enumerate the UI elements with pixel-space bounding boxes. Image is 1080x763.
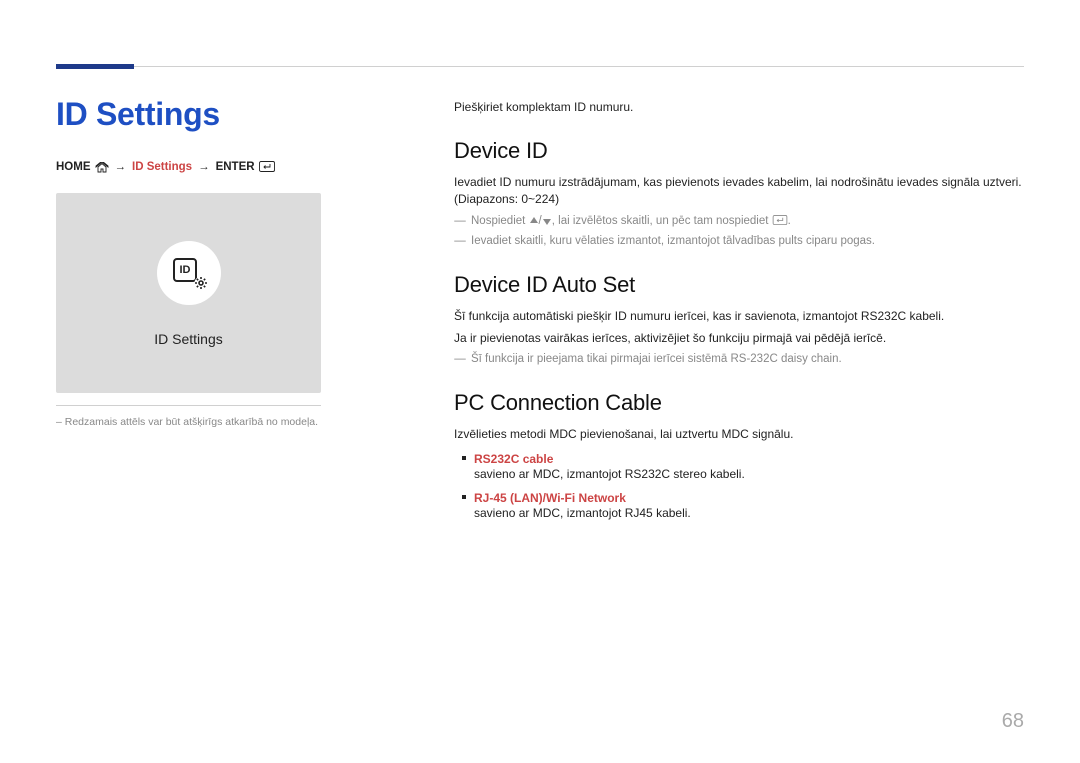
card-label: ID Settings (154, 331, 222, 347)
list-item: RJ-45 (LAN)/Wi-Fi Network savieno ar MDC… (474, 491, 1024, 520)
card-divider (56, 405, 321, 406)
bullet-desc: savieno ar MDC, izmantojot RJ45 kabeli. (474, 506, 1024, 520)
section-heading: PC Connection Cable (454, 390, 1024, 416)
breadcrumb-mid: ID Settings (132, 161, 192, 173)
device-id-note1: ― Nospiediet /, lai izvēlētos skaitli, u… (454, 213, 1024, 230)
bullet-desc: savieno ar MDC, izmantojot RS232C stereo… (474, 467, 1024, 481)
left-column: ID Settings HOME → ID Settings → ENTER I… (56, 96, 406, 428)
breadcrumb-enter: ENTER (216, 161, 255, 173)
note-dash-icon: ― (454, 233, 466, 250)
home-icon (95, 162, 109, 173)
device-preview-card: ID ID Settings (56, 193, 321, 393)
section-device-id: Device ID Ievadiet ID numuru izstrādājum… (454, 138, 1024, 250)
bullet-title: RJ-45 (LAN)/Wi-Fi Network (474, 491, 626, 505)
auto-set-note1-text: Šī funkcija ir pieejama tikai pirmajai i… (471, 351, 842, 368)
breadcrumb-arrow-1: → (115, 161, 127, 173)
breadcrumb: HOME → ID Settings → ENTER (56, 161, 406, 173)
auto-set-p1: Šī funkcija automātiski piešķir ID numur… (454, 308, 1024, 325)
section-auto-set: Device ID Auto Set Šī funkcija automātis… (454, 272, 1024, 368)
svg-text:ID: ID (179, 264, 190, 276)
note2-text: Ievadiet skaitli, kuru vēlaties izmantot… (471, 233, 875, 250)
note-dash-icon: ― (454, 351, 466, 368)
id-gear-icon: ID (169, 255, 209, 291)
pc-cable-p1: Izvēlieties metodi MDC pievienošanai, la… (454, 426, 1024, 443)
disclaimer-text: – Redzamais attēls var būt atšķirīgs atk… (56, 416, 406, 428)
list-item: RS232C cable savieno ar MDC, izmantojot … (474, 452, 1024, 481)
down-arrow-icon (542, 216, 552, 226)
enter-icon (259, 161, 275, 173)
bullet-title: RS232C cable (474, 452, 553, 466)
intro-text: Piešķiriet komplektam ID numuru. (454, 100, 1024, 114)
note1-end: . (788, 215, 791, 227)
device-id-note2: ― Ievadiet skaitli, kuru vēlaties izmant… (454, 233, 1024, 250)
auto-set-p2: Ja ir pievienotas vairākas ierīces, akti… (454, 330, 1024, 347)
breadcrumb-arrow-2: → (198, 161, 210, 173)
bullet-list: RS232C cable savieno ar MDC, izmantojot … (474, 452, 1024, 520)
right-column: Piešķiriet komplektam ID numuru. Device … (454, 100, 1024, 542)
section-heading: Device ID Auto Set (454, 272, 1024, 298)
note1-suffix: , lai izvēlētos skaitli, un pēc tam nosp… (552, 215, 772, 227)
section-heading: Device ID (454, 138, 1024, 164)
note-dash-icon: ― (454, 213, 466, 230)
up-arrow-icon (529, 216, 539, 226)
breadcrumb-home: HOME (56, 161, 91, 173)
page-title: ID Settings (56, 96, 406, 133)
note1-prefix: Nospiediet (471, 215, 529, 227)
id-badge-circle: ID (157, 241, 221, 305)
section-pc-cable: PC Connection Cable Izvēlieties metodi M… (454, 390, 1024, 519)
page-number: 68 (1002, 710, 1024, 733)
bullet-dot-icon (462, 456, 466, 460)
auto-set-note1: ― Šī funkcija ir pieejama tikai pirmajai… (454, 351, 1024, 368)
device-id-p1: Ievadiet ID numuru izstrādājumam, kas pi… (454, 174, 1024, 209)
bullet-dot-icon (462, 495, 466, 499)
enter-icon (772, 215, 788, 226)
top-divider (134, 66, 1024, 67)
top-accent-bar (56, 64, 134, 69)
